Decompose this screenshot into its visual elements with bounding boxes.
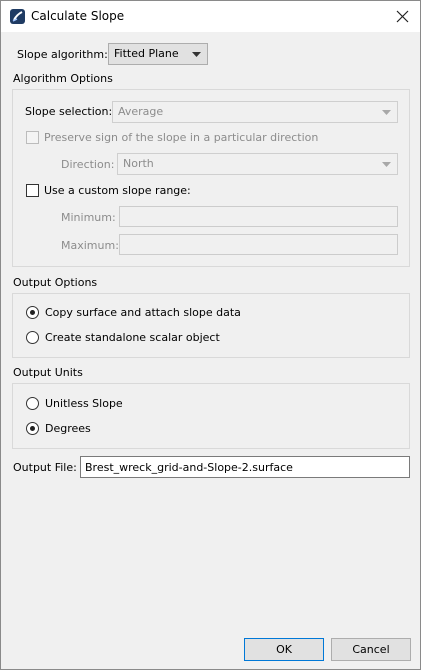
copy-surface-label: Copy surface and attach slope data <box>45 306 241 319</box>
ok-button[interactable]: OK <box>244 638 324 661</box>
preserve-sign-checkbox[interactable] <box>26 131 39 144</box>
standalone-radio[interactable] <box>26 331 39 344</box>
output-file-field[interactable] <box>80 456 410 478</box>
window-title: Calculate Slope <box>31 9 125 23</box>
chevron-down-icon <box>382 162 391 167</box>
output-units-heading: Output Units <box>13 366 83 379</box>
output-options-heading: Output Options <box>13 276 98 289</box>
minimum-field[interactable] <box>119 206 398 227</box>
preserve-sign-label: Preserve sign of the slope in a particul… <box>44 131 319 144</box>
degrees-radio[interactable] <box>26 422 39 435</box>
calculate-slope-dialog: Calculate Slope Slope algorithm: Fitted … <box>0 0 421 670</box>
custom-range-label: Use a custom slope range: <box>44 184 191 197</box>
copy-surface-radio[interactable] <box>26 306 39 319</box>
direction-value: North <box>123 157 154 170</box>
slope-selection-label: Slope selection: <box>25 105 113 118</box>
maximum-label: Maximum: <box>61 239 119 252</box>
standalone-label: Create standalone scalar object <box>45 331 220 344</box>
maximum-input[interactable] <box>120 235 397 254</box>
close-button[interactable] <box>385 3 419 30</box>
app-icon <box>10 9 25 24</box>
chevron-down-icon <box>192 52 201 57</box>
minimum-input[interactable] <box>120 207 397 226</box>
close-icon <box>396 10 409 23</box>
algorithm-options-heading: Algorithm Options <box>13 72 113 85</box>
cancel-button[interactable]: Cancel <box>331 638 411 661</box>
title-bar: Calculate Slope <box>1 1 420 32</box>
slope-algorithm-label: Slope algorithm: <box>17 48 108 61</box>
unitless-radio[interactable] <box>26 397 39 410</box>
slope-selection-value: Average <box>118 105 164 118</box>
output-file-input[interactable] <box>81 457 409 477</box>
output-file-label: Output File: <box>13 461 77 474</box>
unitless-label: Unitless Slope <box>45 397 123 410</box>
custom-range-checkbox[interactable] <box>26 184 39 197</box>
direction-dropdown[interactable]: North <box>117 153 398 175</box>
maximum-field[interactable] <box>119 234 398 255</box>
slope-selection-dropdown[interactable]: Average <box>112 101 398 123</box>
minimum-label: Minimum: <box>61 211 116 224</box>
chevron-down-icon <box>382 110 391 115</box>
slope-algorithm-value: Fitted Plane <box>114 47 179 60</box>
slope-algorithm-dropdown[interactable]: Fitted Plane <box>108 43 208 65</box>
output-options-group <box>12 293 410 358</box>
degrees-label: Degrees <box>45 422 91 435</box>
output-units-group <box>12 383 410 449</box>
direction-label: Direction: <box>61 158 115 171</box>
